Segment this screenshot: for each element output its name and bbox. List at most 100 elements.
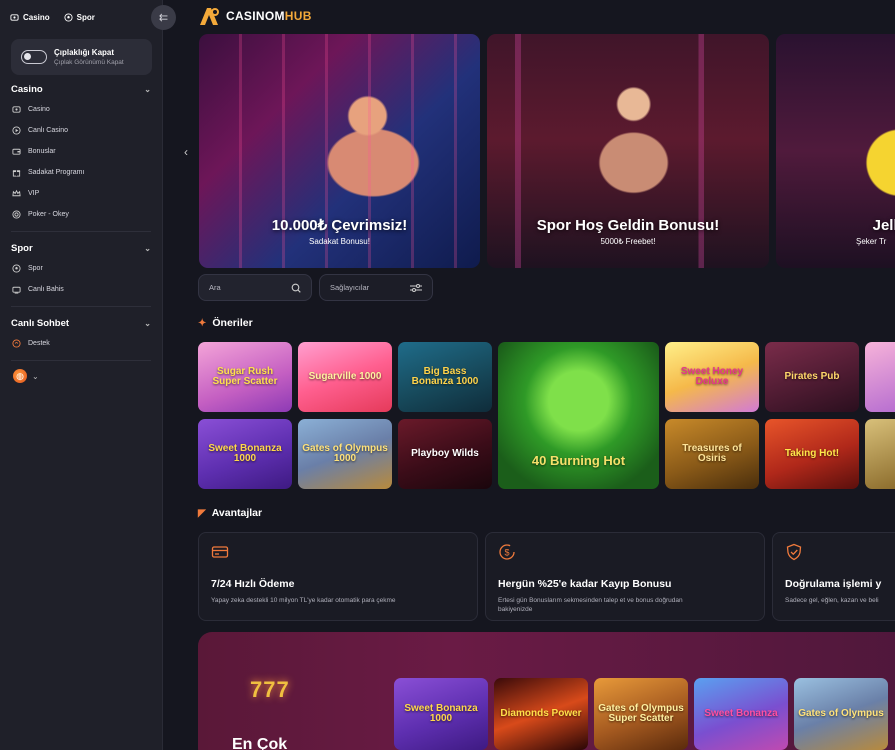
game-title: Pirates Pub [784,370,840,382]
game-tile[interactable]: Treasures of Osiris [665,419,759,489]
sidebar-item-label: Sadakat Programı [28,169,85,176]
logo-mark-icon [200,8,219,25]
search-input[interactable]: Ara [198,274,312,301]
sidebar-item-casino[interactable]: Casino [0,99,162,120]
game-title: Sweet Bonanza 1000 [404,702,478,724]
section-title: Casino [11,83,43,95]
megaphone-icon: ◤ [198,507,206,519]
logo-text-main: CASINOM [226,9,285,23]
sidebar-item-spor[interactable]: Spor [0,258,162,279]
sidebar-item-label: Destek [28,340,50,347]
game-title: Gates of Olympus 1000 [302,442,388,464]
promo-banner-3[interactable]: Jelly Şeker Tr [776,34,895,268]
game-tile[interactable]: 40 Burning Hot [498,342,659,489]
chip-icon [12,210,21,219]
game-tile[interactable]: Sugarville 1000 [298,342,392,412]
language-selector[interactable]: ◍ ⌄ [0,369,162,383]
gift-icon [12,168,21,177]
tab-spor[interactable]: Spor [64,13,95,22]
game-tile[interactable]: Sweet Bonanza 1000 [198,419,292,489]
advantages-header: ◤ Avantajlar [198,507,262,519]
game-tile[interactable]: Sweet Bonanza 1000 [394,678,488,750]
search-icon [291,283,301,293]
promo-banner-1[interactable]: 10.000₺ Çevrimsiz! Sadakat Bonusu! [199,34,480,268]
top-games-promo: 777 En Çok Sweet Bonanza 1000 Diamonds P… [198,632,895,750]
game-tile[interactable]: Big Bass Bonanza 1000 [398,342,492,412]
divider [11,360,151,361]
section-casino-header[interactable]: Casino ⌄ [0,79,162,99]
game-tile[interactable]: Taking Hot! [765,419,859,489]
banner-subtitle: Sadakat Bonusu! [309,237,370,246]
section-spor-header[interactable]: Spor ⌄ [0,238,162,258]
game-title: 40 Burning Hot [531,452,626,468]
card-icon [211,546,229,558]
divider [11,231,151,232]
wallet-icon [12,147,21,156]
game-tile[interactable]: Sugar Rush Super Scatter [198,342,292,412]
promo-title: En Çok [232,736,288,750]
game-tile[interactable] [865,419,895,489]
section-title: Avantajlar [211,507,263,519]
game-tile[interactable]: Diamonds Power [494,678,588,750]
collapse-sidebar-button[interactable]: ⇇ [151,5,176,30]
promo-banner-2[interactable]: Spor Hoş Geldin Bonusu! 5000₺ Freebet! [487,34,769,268]
shield-check-icon [786,543,802,561]
game-title: Playboy Wilds [411,447,479,459]
banner-title: Jelly [872,217,895,234]
sidebar-item-loyalty[interactable]: Sadakat Programı [0,162,162,183]
advantage-description: Yapay zeka destekli 10 milyon TL'ye kada… [211,597,396,604]
sliders-icon [410,283,422,292]
section-chat-header[interactable]: Canlı Sohbet ⌄ [0,313,162,333]
game-tile[interactable]: Gates of Olympus Super Scatter [594,678,688,750]
chevron-down-icon: ⌄ [32,371,39,381]
game-tile[interactable]: Sweet Honey Deluxe [665,342,759,412]
casino-icon [10,13,19,21]
providers-filter[interactable]: Sağlayıcılar [319,274,433,301]
sidebar-item-label: Poker - Okey [28,211,69,218]
sidebar-item-label: Bonuslar [28,148,56,155]
game-title: Sugar Rush Super Scatter [212,365,278,387]
money-back-icon: $ [499,544,515,560]
nudity-toggle[interactable] [21,50,47,64]
slot-777-image: 777 [250,677,290,702]
sparkle-icon: ✦ [198,317,207,329]
game-tile[interactable]: Gates of Olympus [794,678,888,750]
support-icon [12,339,21,348]
advantage-title: 7/24 Hızlı Ödeme [211,578,295,590]
sidebar-item-poker[interactable]: Poker - Okey [0,204,162,225]
game-tile[interactable]: Sweet Bonanza [694,678,788,750]
sidebar-item-label: Canlı Casino [28,127,69,134]
sidebar-item-support[interactable]: Destek [0,333,162,354]
nudity-toggle-subtitle: Çıplak Görünümü Kapat [54,59,124,66]
game-tile[interactable]: Gates of Olympus 1000 [298,419,392,489]
game-title: Diamonds Power [500,707,582,719]
banner-subtitle: Şeker Tr [856,237,887,246]
sidebar: Casino Spor Çıplaklığı Kapat Çıplak Görü… [0,0,163,750]
carousel-prev-arrow[interactable]: ‹ [184,145,188,159]
sidebar-item-live-casino[interactable]: Canlı Casino [0,120,162,141]
nudity-toggle-title: Çıplaklığı Kapat [54,48,115,57]
providers-label: Sağlayıcılar [330,283,370,292]
game-tile[interactable]: Playboy Wilds [398,419,492,489]
tab-casino-label: Casino [23,12,50,22]
chevron-down-icon: ⌄ [144,84,151,94]
sidebar-item-vip[interactable]: VIP [0,183,162,204]
soccer-ball-icon [64,12,73,22]
game-tile[interactable] [865,342,895,412]
sidebar-item-live-bet[interactable]: Canlı Bahis [0,279,162,300]
nudity-toggle-card[interactable]: Çıplaklığı Kapat Çıplak Görünümü Kapat [11,39,152,75]
banner-title: Spor Hoş Geldin Bonusu! [536,217,720,234]
tab-casino[interactable]: Casino [10,13,50,22]
game-title: Big Bass Bonanza 1000 [411,365,479,387]
advantage-card: Doğrulama işlemi y Sadece gel, eğlen, ka… [772,532,895,621]
logo[interactable]: CASINOMHUB [198,5,312,27]
game-title: Sweet Honey Deluxe [680,365,744,387]
section-title: Spor [11,242,33,254]
sidebar-item-bonuses[interactable]: Bonuslar [0,141,162,162]
game-title: Sweet Bonanza [704,707,778,719]
game-tile[interactable]: Pirates Pub [765,342,859,412]
section-title: Öneriler [212,317,253,329]
sidebar-item-label: Spor [28,265,43,272]
advantage-card: 7/24 Hızlı Ödeme Yapay zeka destekli 10 … [198,532,478,621]
recommendations-header: ✦ Öneriler [198,317,253,329]
